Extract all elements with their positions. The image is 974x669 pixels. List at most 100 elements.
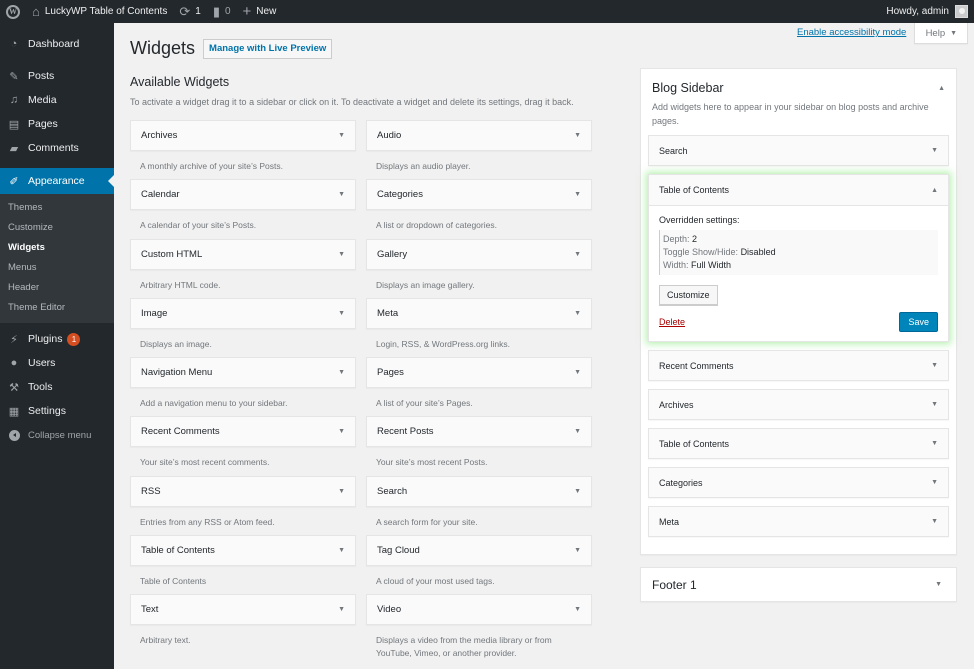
menu-item-users[interactable]: ● Users (0, 351, 114, 375)
menu-item-plugins[interactable]: ⚡ Plugins 1 (0, 327, 114, 351)
expand-arrow-icon[interactable]: ▼ (338, 488, 345, 495)
submenu-item-header[interactable]: Header (0, 278, 114, 298)
widget-header[interactable]: Text ▼ (130, 594, 356, 626)
expand-arrow-icon[interactable]: ▼ (338, 310, 345, 317)
widget-header[interactable]: Table of Contents ▼ (130, 535, 356, 567)
comments-link[interactable]: ▮ 0 (207, 0, 237, 23)
expand-arrow-icon[interactable]: ▼ (931, 401, 938, 408)
blog-sidebar-header[interactable]: Blog Sidebar ▲ (648, 69, 949, 95)
expand-arrow-icon[interactable]: ▼ (931, 362, 938, 369)
paintbrush-icon: ✐ (9, 175, 19, 188)
sidebar-widget-search[interactable]: Search ▼ (648, 135, 949, 166)
expand-arrow-icon[interactable]: ▼ (931, 479, 938, 486)
widget-header[interactable]: RSS ▼ (130, 475, 356, 507)
site-name-link[interactable]: ⌂ LuckyWP Table of Contents (26, 0, 173, 23)
setting-depth: Depth: 2 (663, 234, 698, 244)
widget-header[interactable]: Categories ▼ (366, 179, 592, 211)
pin-icon: ✎ (9, 70, 19, 83)
sidebar-widget[interactable]: Recent Comments ▼ (648, 350, 949, 381)
updates-link[interactable]: ⟳ 1 (173, 0, 206, 23)
menu-item-settings[interactable]: ▦ Settings (0, 399, 114, 423)
expand-arrow-icon[interactable]: ▼ (338, 132, 345, 139)
expand-arrow-icon[interactable]: ▼ (935, 581, 942, 588)
enable-accessibility-link[interactable]: Enable accessibility mode (797, 27, 906, 38)
widget-header[interactable]: Calendar ▼ (130, 179, 356, 211)
available-widget: Recent Posts ▼ Your site’s most recent Pos… (366, 416, 592, 475)
sidebar-widget[interactable]: Meta ▼ (648, 506, 949, 537)
submenu-item-themes[interactable]: Themes (0, 198, 114, 218)
widget-header[interactable]: Table of Contents ▲ (649, 175, 948, 206)
expand-arrow-icon[interactable]: ▼ (338, 606, 345, 613)
plus-icon: + (242, 3, 252, 20)
collapse-arrow-icon[interactable]: ▲ (931, 187, 938, 194)
menu-item-appearance[interactable]: ✐ Appearance (0, 168, 114, 194)
expand-arrow-icon[interactable]: ▼ (574, 606, 581, 613)
submenu-item-menus[interactable]: Menus (0, 258, 114, 278)
widget-description: Displays an audio player. (376, 161, 471, 171)
expand-arrow-icon[interactable]: ▼ (338, 251, 345, 258)
sidebar-widget[interactable]: Archives ▼ (648, 389, 949, 420)
sidebar-widget[interactable]: Categories ▼ (648, 467, 949, 498)
menu-item-pages[interactable]: ▤ Pages (0, 112, 114, 136)
menu-item-media[interactable]: ♫ Media (0, 88, 114, 112)
widget-header[interactable]: Pages ▼ (366, 357, 592, 389)
expand-arrow-icon[interactable]: ▼ (338, 369, 345, 376)
widget-header[interactable]: Image ▼ (130, 297, 356, 329)
expand-arrow-icon[interactable]: ▼ (574, 191, 581, 198)
menu-item-dashboard[interactable]: ◔ Dashboard (0, 32, 114, 56)
home-icon: ⌂ (32, 4, 40, 19)
wp-logo-menu[interactable]: W (0, 0, 26, 23)
setting-width: Width: Full Width (663, 260, 732, 270)
widget-title: Categories (659, 477, 703, 488)
collapse-arrow-icon[interactable]: ▲ (938, 85, 945, 92)
expand-arrow-icon[interactable]: ▼ (931, 147, 938, 154)
widget-header[interactable]: Archives ▼ (130, 120, 356, 151)
save-button[interactable]: Save (899, 312, 938, 332)
expand-arrow-icon[interactable]: ▼ (574, 310, 581, 317)
widget-body: Overridden settings: Depth: 2 Toggle Sho… (649, 206, 948, 341)
collapse-menu-button[interactable]: Collapse menu (0, 423, 114, 447)
widget-description: A calendar of your site’s Posts. (140, 220, 257, 231)
widget-header[interactable]: Audio ▼ (366, 120, 592, 151)
widget-header[interactable]: Tag Cloud ▼ (366, 535, 592, 567)
expand-arrow-icon[interactable]: ▼ (931, 440, 938, 447)
available-widget: Calendar ▼ A calendar of your site’s Posts… (130, 179, 356, 238)
widget-header[interactable]: Search ▼ (366, 475, 592, 507)
widget-header[interactable]: Navigation Menu ▼ (130, 357, 356, 389)
submenu-item-customize[interactable]: Customize (0, 218, 114, 238)
menu-item-comments[interactable]: ▰ Comments (0, 136, 114, 160)
menu-item-tools[interactable]: ⚒ Tools (0, 375, 114, 399)
customize-button[interactable]: Customize (659, 285, 718, 305)
widget-header[interactable]: Recent Comments ▼ (130, 416, 356, 448)
expand-arrow-icon[interactable]: ▼ (338, 547, 345, 554)
widget-description: A search form for your site. (376, 516, 478, 527)
widget-description: Add a navigation menu to your sidebar. (140, 398, 288, 409)
expand-arrow-icon[interactable]: ▼ (574, 132, 581, 139)
widget-header[interactable]: Meta ▼ (366, 297, 592, 329)
widget-header[interactable]: Custom HTML ▼ (130, 238, 356, 270)
available-widget: Gallery ▼ Displays an image gallery. (366, 238, 592, 298)
new-content-link[interactable]: + New (237, 0, 283, 23)
expand-arrow-icon[interactable]: ▼ (574, 251, 581, 258)
expand-arrow-icon[interactable]: ▼ (574, 547, 581, 554)
expand-arrow-icon[interactable]: ▼ (574, 428, 581, 435)
widget-title: Pages (377, 367, 404, 379)
expand-arrow-icon[interactable]: ▼ (931, 518, 938, 525)
footer-1-area[interactable]: Footer 1 ▼ (640, 567, 957, 602)
widget-header[interactable]: Video ▼ (366, 594, 592, 626)
submenu-item-widgets[interactable]: Widgets (0, 238, 114, 258)
manage-live-preview-button[interactable]: Manage with Live Preview (203, 38, 333, 59)
my-account-menu[interactable]: Howdy, admin (880, 0, 974, 23)
menu-item-posts[interactable]: ✎ Posts (0, 64, 114, 88)
delete-link[interactable]: Delete (659, 317, 685, 327)
expand-arrow-icon[interactable]: ▼ (338, 428, 345, 435)
expand-arrow-icon[interactable]: ▼ (338, 191, 345, 198)
expand-arrow-icon[interactable]: ▼ (574, 369, 581, 376)
expand-arrow-icon[interactable]: ▼ (574, 488, 581, 495)
help-tab-button[interactable]: Help ▼ (914, 23, 969, 44)
submenu-item-theme-editor[interactable]: Theme Editor (0, 298, 114, 318)
sidebar-widget[interactable]: Table of Contents ▼ (648, 428, 949, 459)
widget-header[interactable]: Gallery ▼ (366, 238, 592, 270)
widget-header[interactable]: Recent Posts ▼ (366, 416, 592, 448)
menu-label: Posts (28, 70, 55, 82)
